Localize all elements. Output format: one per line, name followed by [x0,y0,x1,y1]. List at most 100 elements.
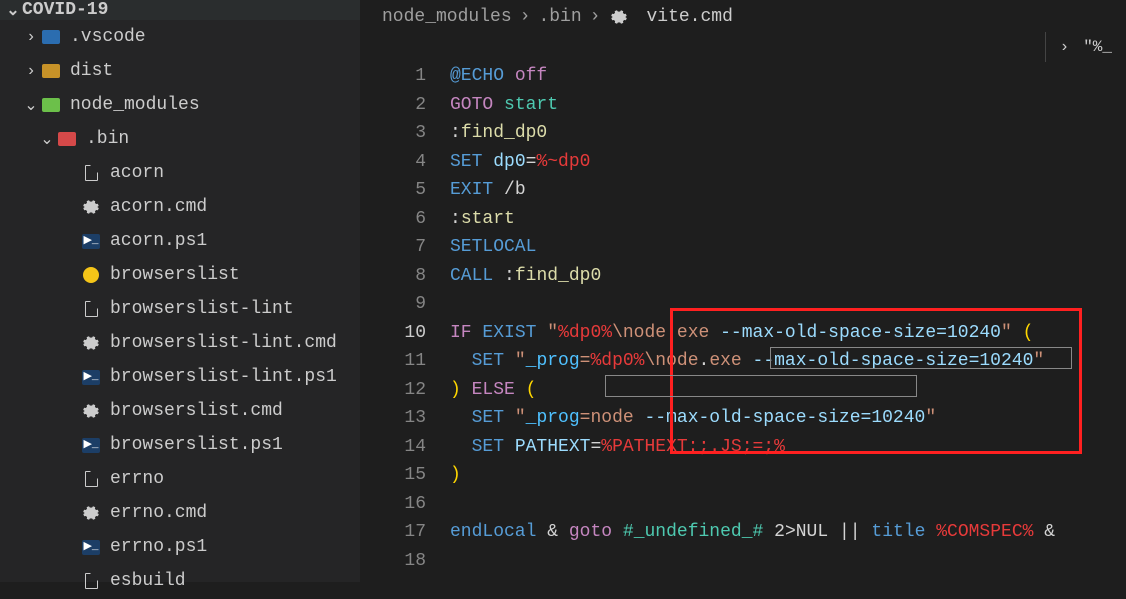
tree-item-label: errno [110,469,164,489]
gear-icon [80,400,102,422]
line-number: 3 [360,119,426,148]
code-line[interactable]: ) ELSE ( [450,376,1126,405]
tree-item-label: browserslist-lint [110,299,294,319]
line-number: 12 [360,376,426,405]
tree-item-esbuild[interactable]: esbuild [0,564,360,598]
file-icon [80,298,102,320]
tree-item-browserslist-lint-cmd[interactable]: browserslist-lint.cmd [0,326,360,360]
code-line[interactable]: endLocal & goto #_undefined_# 2>NUL || t… [450,518,1126,547]
line-number: 8 [360,262,426,291]
breadcrumb-part[interactable]: .bin [538,7,581,27]
browserslist-icon [80,264,102,286]
code-line[interactable] [450,290,1126,319]
line-number: 18 [360,547,426,576]
line-number: 1 [360,62,426,91]
chevron-right-icon: › [22,62,40,80]
code-line[interactable]: :start [450,205,1126,234]
tree-item-label: .bin [86,129,129,149]
line-number: 2 [360,91,426,120]
line-number: 15 [360,461,426,490]
code-line[interactable]: :find_dp0 [450,119,1126,148]
line-number: 9 [360,290,426,319]
code-line[interactable]: IF EXIST "%dp0%\node.exe --max-old-space… [450,319,1126,348]
file-icon [80,468,102,490]
breadcrumb[interactable]: node_modules › .bin › vite.cmd [360,0,1126,34]
code-line[interactable]: SET "_prog=%dp0%\node.exe --max-old-spac… [450,347,1126,376]
tree-item-acorn[interactable]: acorn [0,156,360,190]
tree-item-label: acorn.ps1 [110,231,207,251]
chevron-right-icon: › [590,7,601,27]
tree-item-errno-cmd[interactable]: errno.cmd [0,496,360,530]
tree-item-label: browserslist-lint.cmd [110,333,337,353]
explorer-sidebar: ⌄ COVID-19 ›.vscode › dist ⌄ node_modules ⌄ .b… [0,0,360,582]
tree-item-dist[interactable]: › dist [0,54,360,88]
chevron-right-icon: › [520,7,531,27]
code-line[interactable]: EXIT /b [450,176,1126,205]
tree-item-label: browserslist [110,265,240,285]
tree-item-browserslist-lint-ps1[interactable]: ▶_browserslist-lint.ps1 [0,360,360,394]
tree-item-acorn-ps1[interactable]: ▶_ acorn.ps1 [0,224,360,258]
code-line[interactable]: ) [450,461,1126,490]
tree-item--vscode[interactable]: ›.vscode [0,20,360,54]
gear-icon [80,332,102,354]
code-line[interactable]: SETLOCAL [450,233,1126,262]
tree-item-label: browserslist.cmd [110,401,283,421]
tree-item--bin[interactable]: ⌄ .bin [0,122,360,156]
powershell-icon: ▶_ [80,366,102,388]
workspace-root[interactable]: ⌄ COVID-19 [0,0,360,20]
file-icon [80,570,102,592]
powershell-icon: ▶_ [80,434,102,456]
code-line[interactable]: SET dp0=%~dp0 [450,148,1126,177]
gear-icon [80,502,102,524]
tree-item-errno-ps1[interactable]: ▶_ errno.ps1 [0,530,360,564]
code-line[interactable]: SET PATHEXT=%PATHEXT:;.JS;=;% [450,433,1126,462]
code-line[interactable] [450,490,1126,519]
line-number: 5 [360,176,426,205]
line-number: 4 [360,148,426,177]
breadcrumb-part[interactable]: node_modules [382,7,512,27]
code-line[interactable]: CALL :find_dp0 [450,262,1126,291]
folder-icon [40,94,62,116]
tree-item-label: acorn [110,163,164,183]
folder-icon [56,128,78,150]
tree-item-browserslist-cmd[interactable]: browserslist.cmd [0,394,360,428]
code-line[interactable]: SET "_prog=node --max-old-space-size=102… [450,404,1126,433]
code-line[interactable]: GOTO start [450,91,1126,120]
tree-item-label: errno.cmd [110,503,207,523]
code-line[interactable] [450,547,1126,576]
tree-item-label: acorn.cmd [110,197,207,217]
code-line[interactable]: @ECHO off [450,62,1126,91]
code-content[interactable]: @ECHO offGOTO start:find_dp0SET dp0=%~dp… [450,34,1126,582]
line-number: 6 [360,205,426,234]
tree-item-browserslist-lint[interactable]: browserslist-lint [0,292,360,326]
code-editor[interactable]: 123456789101112131415161718 @ECHO offGOT… [360,34,1126,582]
workspace-title: COVID-19 [22,0,108,20]
tree-item-browserslist[interactable]: browserslist [0,258,360,292]
folder-icon [40,26,62,48]
tree-item-browserslist-ps1[interactable]: ▶_browserslist.ps1 [0,428,360,462]
chevron-down-icon: ⌄ [22,95,40,115]
line-number-gutter: 123456789101112131415161718 [360,34,450,582]
tree-item-node-modules[interactable]: ⌄ node_modules [0,88,360,122]
line-number: 10 [360,319,426,348]
breadcrumb-current[interactable]: vite.cmd [646,7,732,27]
line-number: 14 [360,433,426,462]
line-number: 16 [360,490,426,519]
line-number: 13 [360,404,426,433]
folder-icon [40,60,62,82]
line-number: 17 [360,518,426,547]
tree-item-label: node_modules [70,95,200,115]
chevron-down-icon: ⌄ [38,129,56,149]
editor-pane: node_modules › .bin › vite.cmd › "%_ 123… [360,0,1126,582]
tree-item-errno[interactable]: errno [0,462,360,496]
tree-item-acorn-cmd[interactable]: acorn.cmd [0,190,360,224]
line-number: 11 [360,347,426,376]
tree-item-label: .vscode [70,27,146,47]
tree-item-label: dist [70,61,113,81]
powershell-icon: ▶_ [80,230,102,252]
tree-item-label: esbuild [110,571,186,591]
powershell-icon: ▶_ [80,536,102,558]
tree-item-label: errno.ps1 [110,537,207,557]
chevron-down-icon: ⌄ [4,0,22,20]
gear-icon [80,196,102,218]
